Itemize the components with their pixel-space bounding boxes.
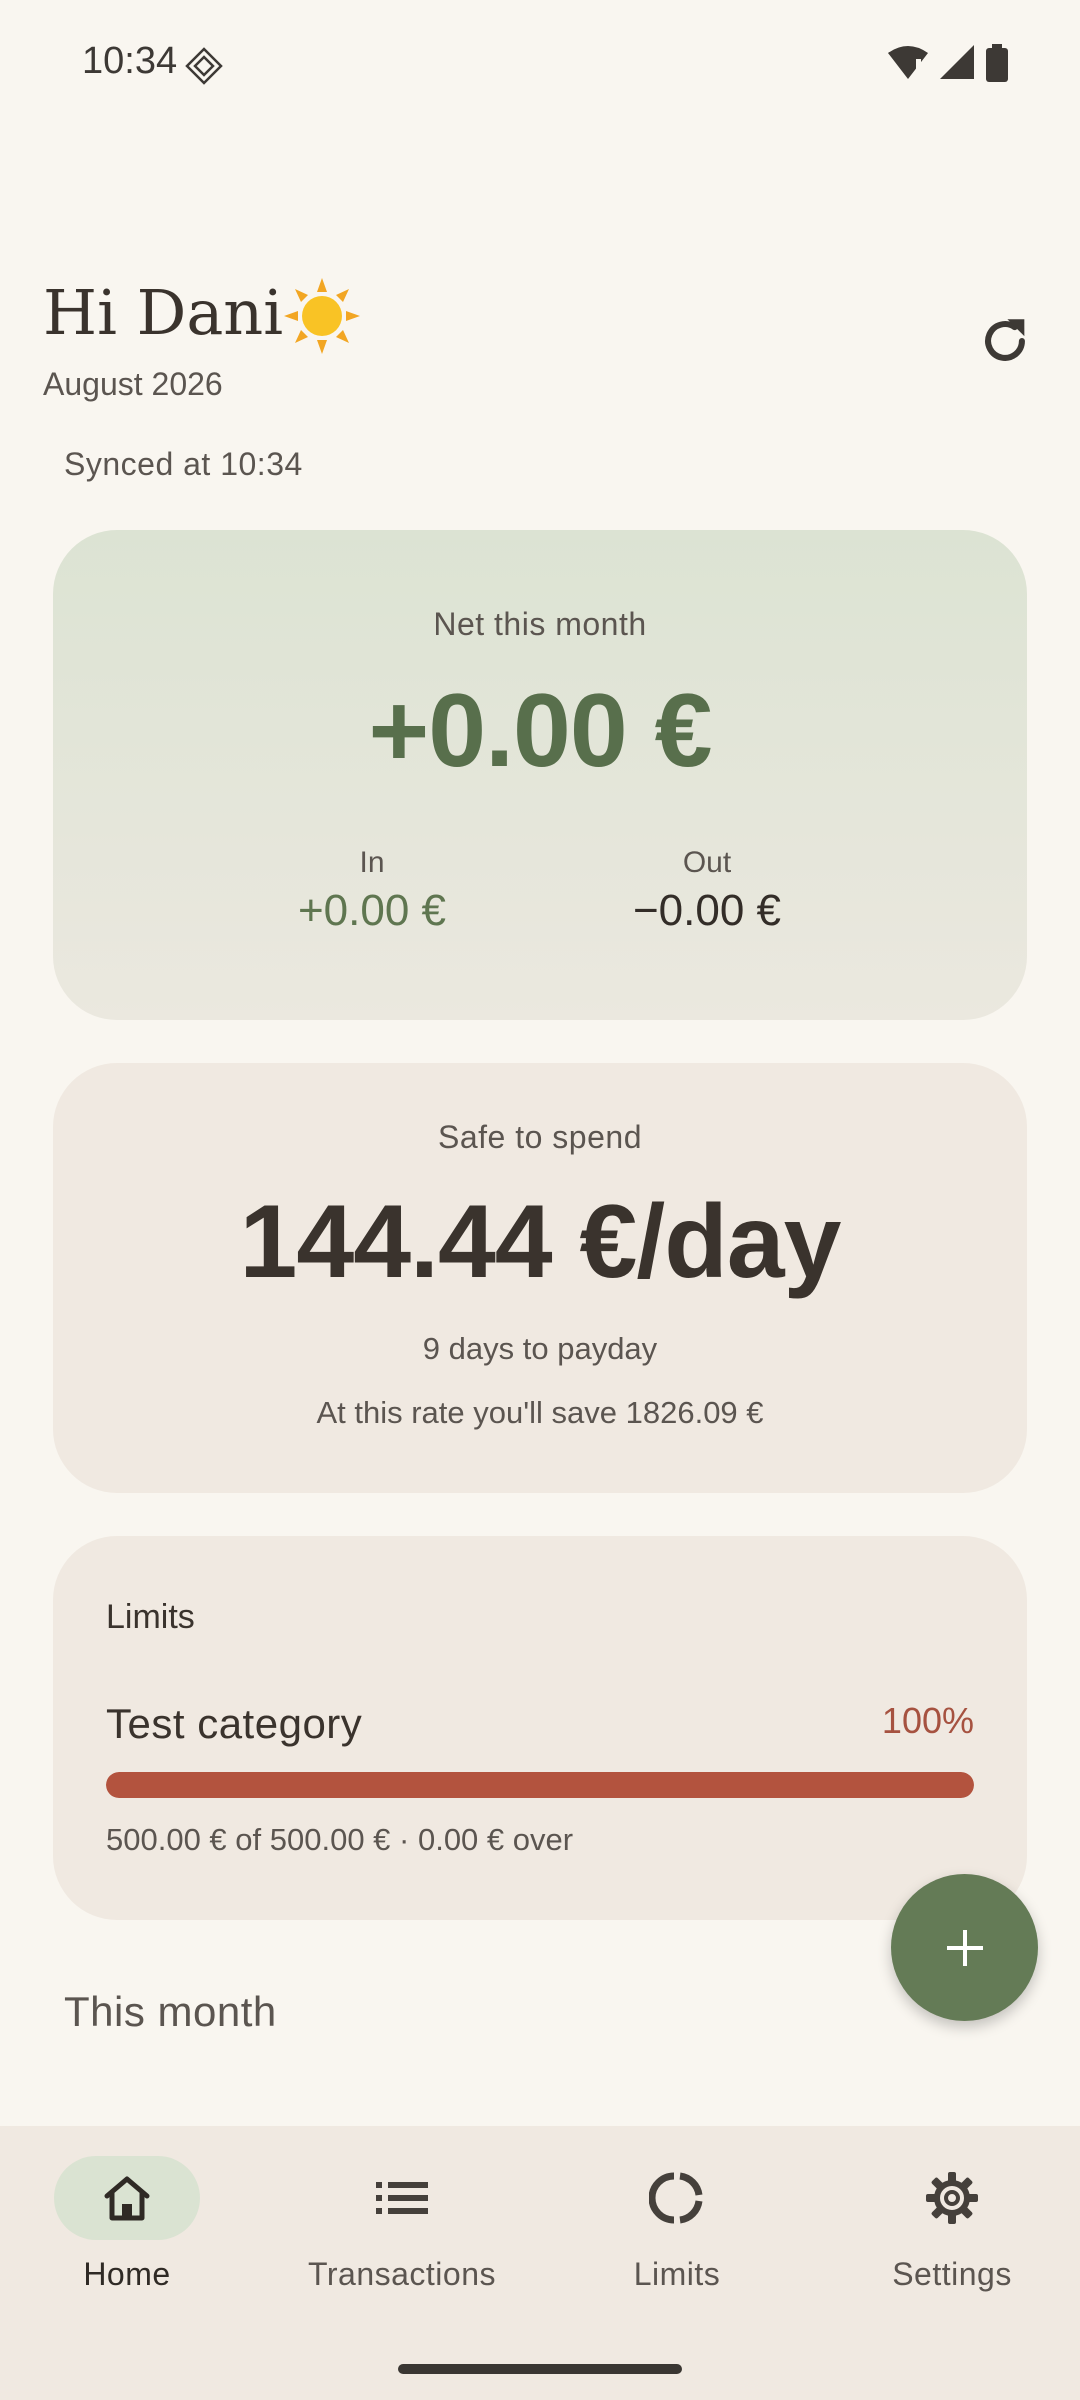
- notification-icon: [185, 47, 223, 85]
- nav-settings-indicator: [879, 2156, 1025, 2240]
- gesture-handle[interactable]: [398, 2364, 682, 2374]
- limits-title: Limits: [106, 1598, 195, 1636]
- payday-countdown: 9 days to payday: [422, 1331, 658, 1366]
- limit-category-percent: 100%: [881, 1700, 974, 1741]
- nav-label-home: Home: [83, 2256, 171, 2292]
- in-label: In: [359, 846, 385, 879]
- save-projection: At this rate you'll save 1826.09 €: [316, 1395, 764, 1430]
- net-value: +0.00 €: [368, 673, 713, 789]
- out-value: −0.00 €: [632, 886, 782, 935]
- list-icon: [376, 2182, 428, 2214]
- nav-label-limits: Limits: [633, 2256, 721, 2292]
- in-value: +0.00 €: [297, 886, 447, 935]
- plus-icon: [946, 1929, 983, 1966]
- month-label: August 2026: [43, 366, 223, 402]
- sun-icon: [284, 278, 360, 354]
- nav-label-settings: Settings: [892, 2256, 1012, 2292]
- signal-icon: [940, 45, 974, 79]
- limits-card[interactable]: Limits Test category 100% 500.00 € of 50…: [53, 1536, 1027, 1920]
- nav-item-settings[interactable]: Settings: [837, 2156, 1067, 2296]
- battery-icon: [986, 44, 1008, 82]
- refresh-icon[interactable]: [976, 312, 1034, 370]
- nav-item-transactions[interactable]: Transactions: [287, 2156, 517, 2296]
- net-label: Net this month: [433, 606, 647, 642]
- gear-icon: [926, 2172, 978, 2224]
- home-icon: [104, 2176, 150, 2221]
- donut-icon: [649, 2172, 703, 2224]
- bottom-navigation: Home Transactions Limits Settings: [0, 2126, 1080, 2400]
- greeting-title: Hi Dani: [43, 276, 284, 349]
- wifi-icon: [888, 46, 928, 79]
- limit-category-detail: 500.00 € of 500.00 € · 0.00 € over: [106, 1822, 574, 1857]
- status-bar: 10:34: [0, 0, 1080, 128]
- nav-limits-indicator: [604, 2156, 750, 2240]
- out-label: Out: [682, 846, 732, 879]
- limit-progress-fill: [106, 1772, 974, 1798]
- add-transaction-button[interactable]: [891, 1874, 1038, 2021]
- nav-label-transactions: Transactions: [308, 2256, 496, 2292]
- status-icons: [888, 44, 1008, 82]
- sync-status: Synced at 10:34: [64, 446, 303, 482]
- safe-value: 144.44 €/day: [239, 1184, 842, 1300]
- safe-to-spend-card: Safe to spend 144.44 €/day 9 days to pay…: [53, 1063, 1027, 1493]
- nav-item-home[interactable]: Home: [12, 2156, 242, 2296]
- nav-home-indicator: [54, 2156, 200, 2240]
- section-heading: This month: [64, 1988, 277, 2035]
- safe-label: Safe to spend: [438, 1119, 642, 1155]
- net-summary-card: Net this month +0.00 € In +0.00 € Out −0…: [53, 530, 1027, 1020]
- nav-item-limits[interactable]: Limits: [562, 2156, 792, 2296]
- limit-progress-bar: [106, 1772, 974, 1798]
- nav-transactions-indicator: [329, 2156, 475, 2240]
- limit-category-name: Test category: [106, 1700, 363, 1747]
- status-time: 10:34: [82, 40, 178, 82]
